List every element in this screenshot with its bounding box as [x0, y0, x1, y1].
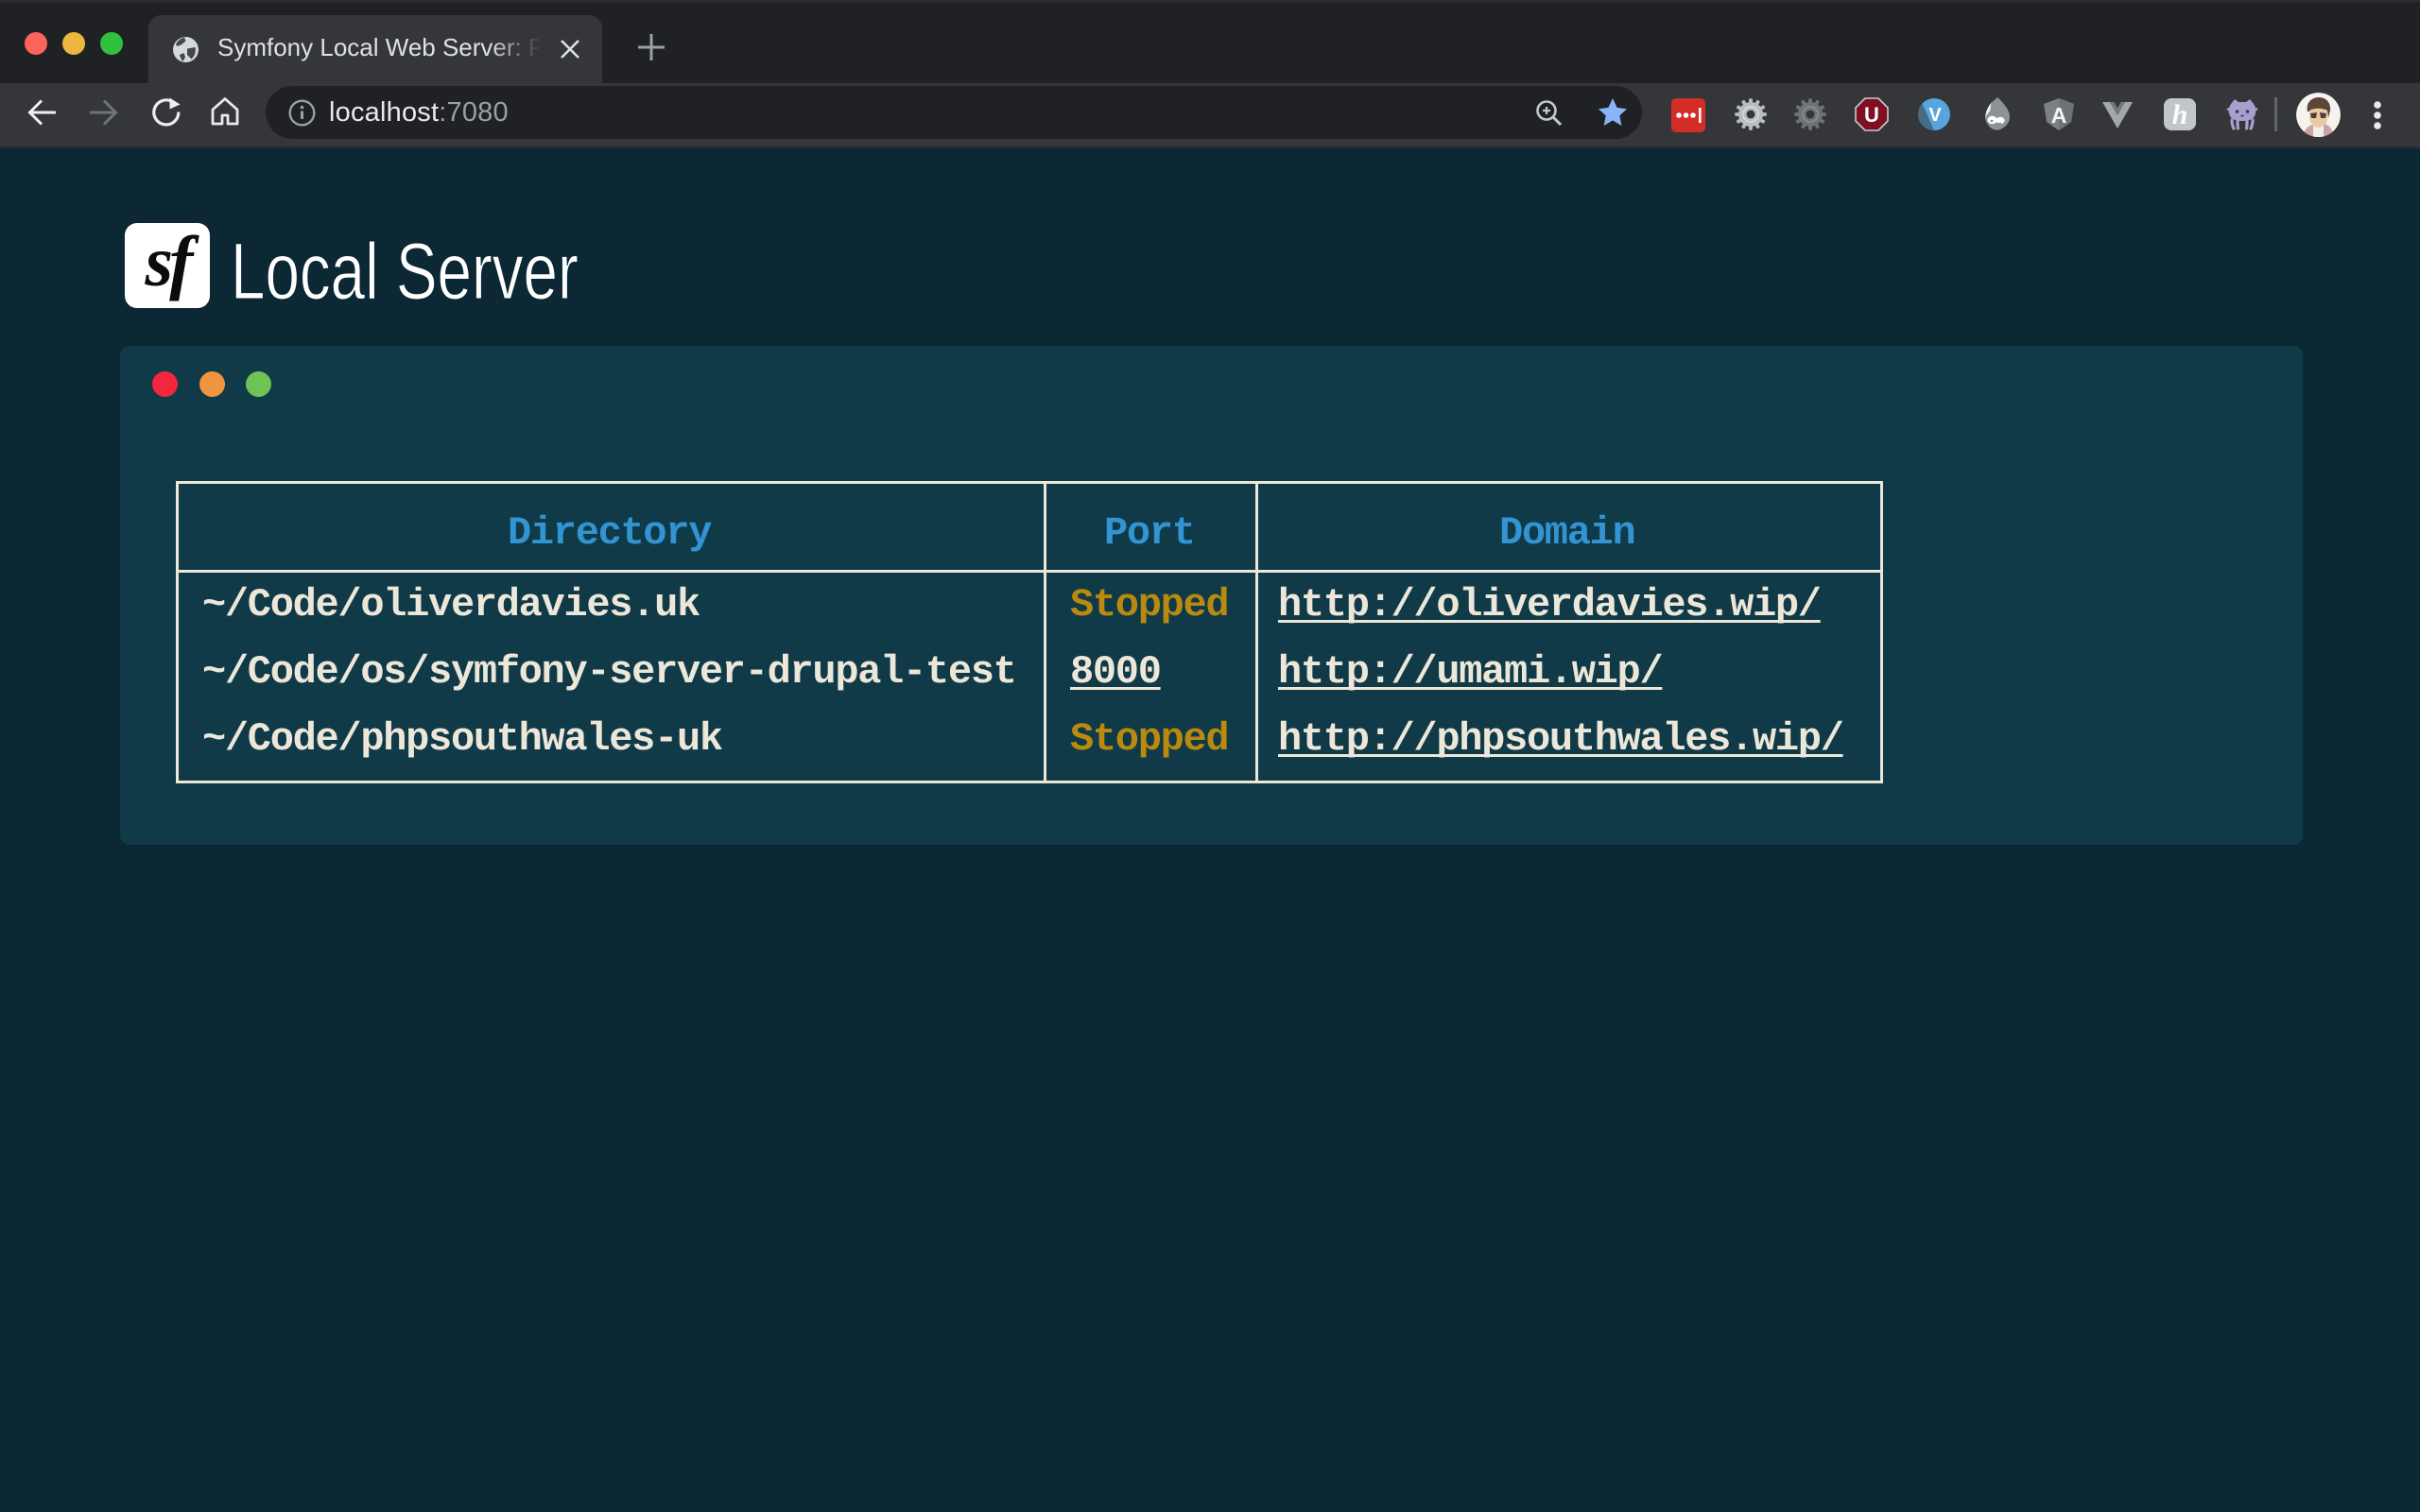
svg-text:A: A: [2051, 103, 2067, 128]
svg-text:U: U: [1864, 103, 1879, 127]
svg-text:V: V: [1928, 105, 1942, 126]
svg-text:h: h: [2172, 99, 2188, 130]
